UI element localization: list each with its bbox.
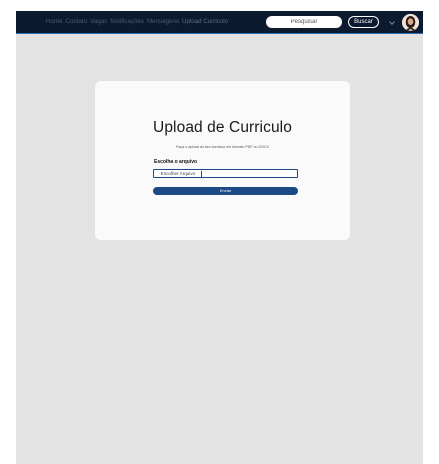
page-title: Upload de Curriculo <box>153 119 292 136</box>
upload-instructions: Faça o upload do seu curriculo em format… <box>176 145 269 149</box>
nav-links: Home Contato Vagas Notificações Mensagen… <box>46 18 228 25</box>
user-avatar-icon[interactable] <box>402 14 419 31</box>
nav-link-upload-curriculo[interactable]: Upload Curriculo <box>182 18 228 25</box>
search-input[interactable] <box>266 16 342 28</box>
file-field-label: Escolha o arquivo <box>154 159 198 165</box>
avatar-portrait <box>402 14 419 31</box>
search-button[interactable]: Buscar <box>348 16 379 28</box>
upload-card: Upload de Curriculo Faça o upload do seu… <box>95 81 350 240</box>
nav-link-contato[interactable]: Contato <box>66 18 88 25</box>
top-navbar: Home Contato Vagas Notificações Mensagen… <box>16 11 423 34</box>
choose-file-button[interactable]: Escolher Arquivo <box>155 170 202 177</box>
nav-link-notificacoes[interactable]: Notificações <box>110 18 144 25</box>
submit-button[interactable]: Enviar <box>153 187 298 195</box>
chevron-down-icon[interactable] <box>389 19 395 25</box>
nav-link-vagas[interactable]: Vagas <box>90 18 107 25</box>
nav-link-mensagens[interactable]: Mensagens <box>147 18 179 25</box>
page-frame: Home Contato Vagas Notificações Mensagen… <box>16 11 423 464</box>
nav-link-home[interactable]: Home <box>46 18 63 25</box>
file-input[interactable]: Escolher Arquivo <box>153 169 298 178</box>
